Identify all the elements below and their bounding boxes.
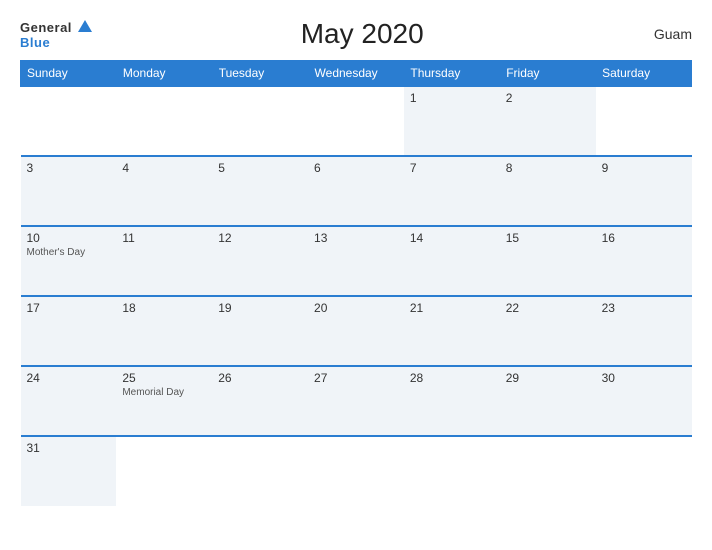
- calendar-cell: 23: [596, 296, 692, 366]
- logo: General Blue: [20, 20, 92, 49]
- day-number: 9: [602, 161, 686, 175]
- day-number: 31: [27, 441, 111, 455]
- calendar-cell: 11: [116, 226, 212, 296]
- day-number: 10: [27, 231, 111, 245]
- calendar-cell: 26: [212, 366, 308, 436]
- day-number: 15: [506, 231, 590, 245]
- calendar-cell: [404, 436, 500, 506]
- calendar-cell: [212, 86, 308, 156]
- logo-blue: Blue: [20, 36, 92, 49]
- day-number: 22: [506, 301, 590, 315]
- calendar-cell: [116, 436, 212, 506]
- day-number: 2: [506, 91, 590, 105]
- day-number: 20: [314, 301, 398, 315]
- calendar-cell: [308, 436, 404, 506]
- calendar-cell: 19: [212, 296, 308, 366]
- calendar-title: May 2020: [92, 18, 632, 50]
- calendar-cell: 16: [596, 226, 692, 296]
- weekday-wednesday: Wednesday: [308, 61, 404, 87]
- weekday-monday: Monday: [116, 61, 212, 87]
- day-number: 12: [218, 231, 302, 245]
- header: General Blue May 2020 Guam: [20, 18, 692, 50]
- page: General Blue May 2020 Guam SundayMondayT…: [0, 0, 712, 550]
- logo-triangle-icon: [78, 20, 92, 32]
- calendar-cell: [308, 86, 404, 156]
- calendar-cell: 1: [404, 86, 500, 156]
- calendar-cell: 27: [308, 366, 404, 436]
- day-number: 7: [410, 161, 494, 175]
- calendar-cell: 24: [21, 366, 117, 436]
- day-number: 21: [410, 301, 494, 315]
- calendar-cell: 13: [308, 226, 404, 296]
- day-number: 11: [122, 231, 206, 245]
- day-number: 14: [410, 231, 494, 245]
- day-number: 23: [602, 301, 686, 315]
- weekday-tuesday: Tuesday: [212, 61, 308, 87]
- calendar-cell: 28: [404, 366, 500, 436]
- calendar-cell: 2: [500, 86, 596, 156]
- day-number: 29: [506, 371, 590, 385]
- day-number: 6: [314, 161, 398, 175]
- day-number: 8: [506, 161, 590, 175]
- weekday-thursday: Thursday: [404, 61, 500, 87]
- weekday-sunday: Sunday: [21, 61, 117, 87]
- day-number: 25: [122, 371, 206, 385]
- day-number: 3: [27, 161, 111, 175]
- calendar-cell: 20: [308, 296, 404, 366]
- day-number: 24: [27, 371, 111, 385]
- day-number: 28: [410, 371, 494, 385]
- calendar-cell: [212, 436, 308, 506]
- calendar-cell: 22: [500, 296, 596, 366]
- calendar-body: 12345678910Mother's Day11121314151617181…: [21, 86, 692, 506]
- calendar-cell: 6: [308, 156, 404, 226]
- day-number: 1: [410, 91, 494, 105]
- calendar-cell: 8: [500, 156, 596, 226]
- day-number: 5: [218, 161, 302, 175]
- calendar-cell: 12: [212, 226, 308, 296]
- day-number: 26: [218, 371, 302, 385]
- weekday-friday: Friday: [500, 61, 596, 87]
- calendar-cell: 7: [404, 156, 500, 226]
- calendar-cell: 4: [116, 156, 212, 226]
- calendar-week-row: 12: [21, 86, 692, 156]
- calendar-cell: 14: [404, 226, 500, 296]
- calendar-cell: 18: [116, 296, 212, 366]
- calendar-cell: 29: [500, 366, 596, 436]
- day-event: Memorial Day: [122, 387, 206, 398]
- calendar-week-row: 10 Mother's Day 11 12 13 14 15 16: [21, 226, 692, 296]
- day-number: 30: [602, 371, 686, 385]
- calendar-cell: [21, 86, 117, 156]
- calendar-cell: 17: [21, 296, 117, 366]
- day-number: 17: [27, 301, 111, 315]
- calendar-cell: 15: [500, 226, 596, 296]
- logo-general: General: [20, 20, 92, 36]
- weekday-header-row: SundayMondayTuesdayWednesdayThursdayFrid…: [21, 61, 692, 87]
- region-label: Guam: [632, 26, 692, 42]
- calendar-cell: 21: [404, 296, 500, 366]
- calendar-week-row: 3456789: [21, 156, 692, 226]
- calendar-cell: [116, 86, 212, 156]
- calendar-cell: 30: [596, 366, 692, 436]
- calendar-cell: 9: [596, 156, 692, 226]
- calendar-cell: 25 Memorial Day: [116, 366, 212, 436]
- calendar-cell: 5: [212, 156, 308, 226]
- calendar-cell: [596, 436, 692, 506]
- day-number: 18: [122, 301, 206, 315]
- calendar-cell: [500, 436, 596, 506]
- calendar-week-row: 31: [21, 436, 692, 506]
- calendar-cell: [596, 86, 692, 156]
- weekday-saturday: Saturday: [596, 61, 692, 87]
- calendar-cell: 31: [21, 436, 117, 506]
- day-number: 13: [314, 231, 398, 245]
- calendar-cell: 3: [21, 156, 117, 226]
- day-number: 27: [314, 371, 398, 385]
- day-number: 19: [218, 301, 302, 315]
- calendar-cell: 10 Mother's Day: [21, 226, 117, 296]
- day-number: 4: [122, 161, 206, 175]
- day-event: Mother's Day: [27, 247, 111, 258]
- calendar-week-row: 24 25 Memorial Day 26 27 28 29 30: [21, 366, 692, 436]
- calendar-table: SundayMondayTuesdayWednesdayThursdayFrid…: [20, 60, 692, 506]
- day-number: 16: [602, 231, 686, 245]
- calendar-week-row: 17 18 19 20 21 22 23: [21, 296, 692, 366]
